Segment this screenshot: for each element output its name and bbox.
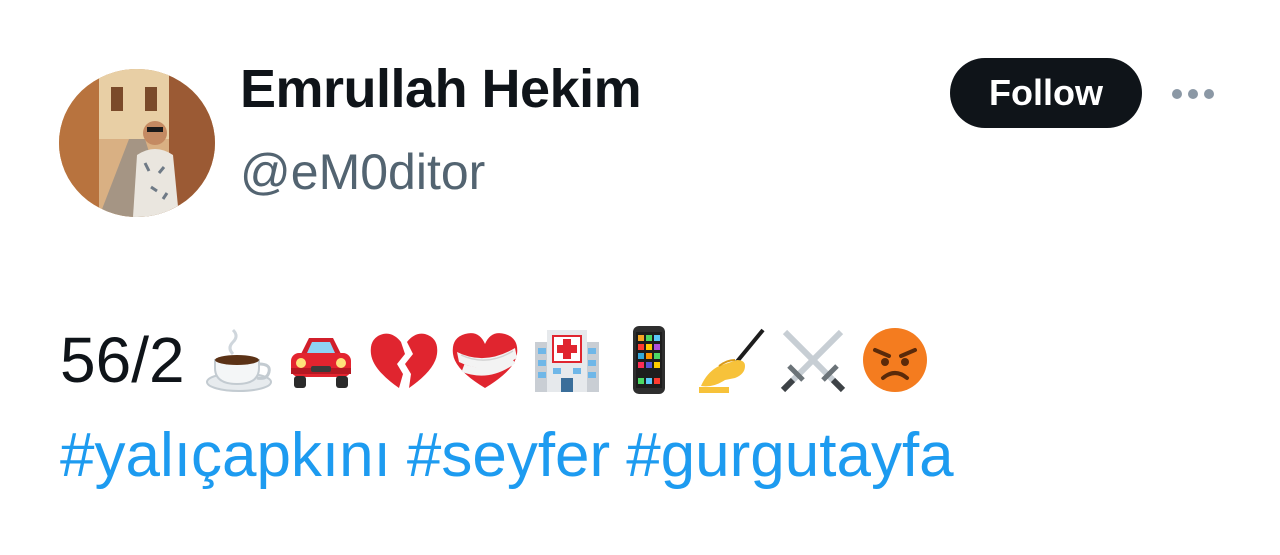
writing-hand-icon bbox=[695, 324, 767, 396]
mobile-phone-icon bbox=[613, 324, 685, 396]
mending-heart-icon bbox=[449, 324, 521, 396]
broken-heart-icon bbox=[367, 324, 439, 396]
car-icon bbox=[285, 324, 357, 396]
crossed-swords-icon bbox=[777, 324, 849, 396]
follow-button[interactable]: Follow bbox=[950, 58, 1142, 128]
more-horizontal-icon bbox=[1172, 89, 1214, 99]
display-name[interactable]: Emrullah Hekim bbox=[240, 58, 642, 120]
coffee-icon bbox=[203, 324, 275, 396]
user-handle[interactable]: @eM0ditor bbox=[240, 143, 485, 201]
tweet-text-line: 56/2 bbox=[60, 318, 941, 402]
avatar[interactable] bbox=[59, 69, 215, 217]
hashtag-link-seyfer[interactable]: #seyfer bbox=[407, 421, 610, 490]
hospital-icon bbox=[531, 324, 603, 396]
angry-face-icon bbox=[859, 324, 931, 396]
hashtag-line: #yalıçapkını #seyfer #gurgutayfa bbox=[60, 420, 954, 491]
tweet-number-text: 56/2 bbox=[60, 324, 185, 396]
more-options-button[interactable] bbox=[1166, 76, 1220, 112]
hashtag-link-yalicapkini[interactable]: #yalıçapkını bbox=[60, 421, 391, 490]
avatar-photo-icon bbox=[59, 69, 215, 217]
hashtag-link-gurgutayfa[interactable]: #gurgutayfa bbox=[626, 421, 953, 490]
